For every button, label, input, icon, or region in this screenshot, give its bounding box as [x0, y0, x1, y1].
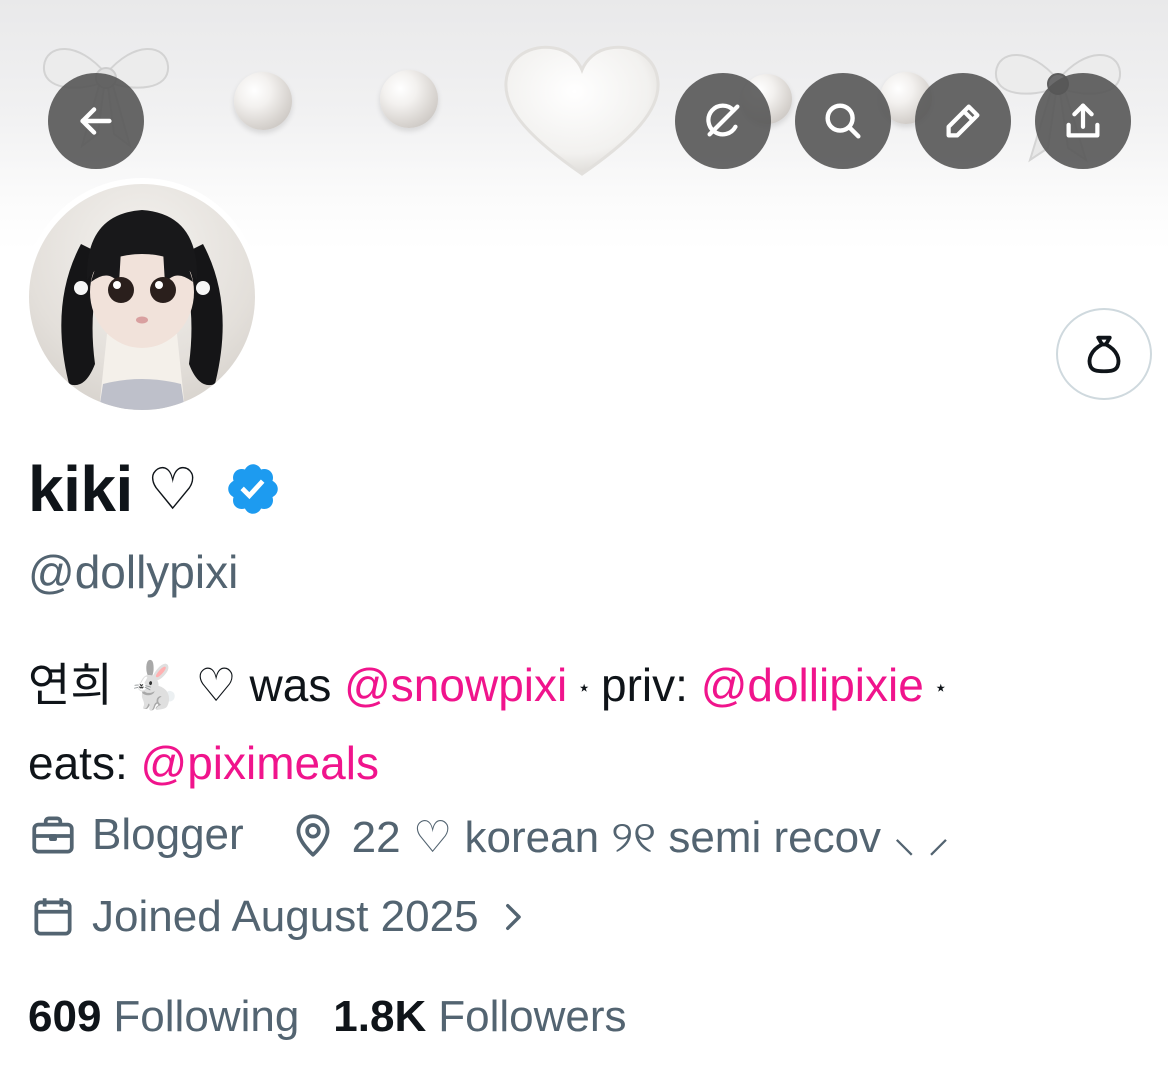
pearl-decoration [234, 72, 292, 130]
mention-link[interactable]: @piximeals [141, 737, 379, 789]
display-name-heart: ♡ [146, 455, 199, 523]
profile-meta-row: Blogger 22 ♡ korean ୨୧ semi recov ⸜ ⸝ [28, 805, 950, 865]
following-label: Following [113, 992, 300, 1041]
joined-date: Joined August 2025 [92, 892, 479, 941]
share-button[interactable] [1035, 73, 1131, 169]
bio-star: ⋆ [577, 675, 591, 701]
user-handle: @dollypixi [28, 546, 239, 598]
follow-stats: 609 Following 1.8K Followers [28, 992, 627, 1042]
pencil-icon [946, 104, 980, 138]
avatar[interactable] [23, 178, 261, 416]
edit-button[interactable] [915, 73, 1011, 169]
chevron-right-icon [495, 900, 529, 934]
briefcase-icon [28, 810, 78, 860]
followers-count: 1.8K [333, 992, 427, 1041]
share-upload-icon [1066, 103, 1100, 138]
followers-link[interactable]: 1.8K Followers [333, 992, 626, 1042]
search-button[interactable] [795, 73, 891, 169]
grok-icon [706, 103, 740, 137]
bio-korean-name: 연희 [28, 659, 113, 711]
verified-badge-icon[interactable] [224, 460, 282, 518]
calendar-icon [28, 892, 78, 942]
profile-bio: 연희 🐇 ♡ was @snowpixi ⋆ priv: @dollipixie ⋆ … [28, 648, 1138, 800]
pearl-decoration [380, 70, 438, 128]
tip-button[interactable] [1056, 308, 1152, 400]
following-count: 609 [28, 992, 102, 1041]
mention-link[interactable]: @dollipixie [701, 659, 924, 711]
bio-was-label: was [249, 659, 332, 711]
followers-label: Followers [438, 992, 627, 1041]
rabbit-emoji: 🐇 [125, 658, 183, 712]
search-icon [825, 103, 861, 139]
money-bag-icon [1087, 335, 1121, 374]
bio-eats-label: eats: [28, 736, 128, 789]
bio-priv-label: priv: [601, 659, 688, 711]
profile-location: 22 ♡ korean ୨୧ semi recov ⸜ ⸝ [351, 813, 950, 862]
display-name-text: kiki [28, 453, 133, 525]
profile-category[interactable]: Blogger [92, 810, 244, 860]
joined-row[interactable]: Joined August 2025 [28, 892, 529, 942]
mention-link[interactable]: @snowpixi [344, 659, 567, 711]
back-button[interactable] [48, 73, 144, 169]
avatar-image [29, 184, 255, 410]
fluffy-heart-decoration [504, 45, 660, 176]
following-link[interactable]: 609 Following [28, 992, 299, 1042]
bio-star: ⋆ [933, 675, 948, 701]
display-name: kiki ♡ [28, 452, 282, 526]
bio-heart: ♡ [195, 659, 237, 711]
location-pin-icon [288, 810, 338, 860]
arrow-left-icon [80, 107, 112, 135]
grok-button[interactable] [675, 73, 771, 169]
